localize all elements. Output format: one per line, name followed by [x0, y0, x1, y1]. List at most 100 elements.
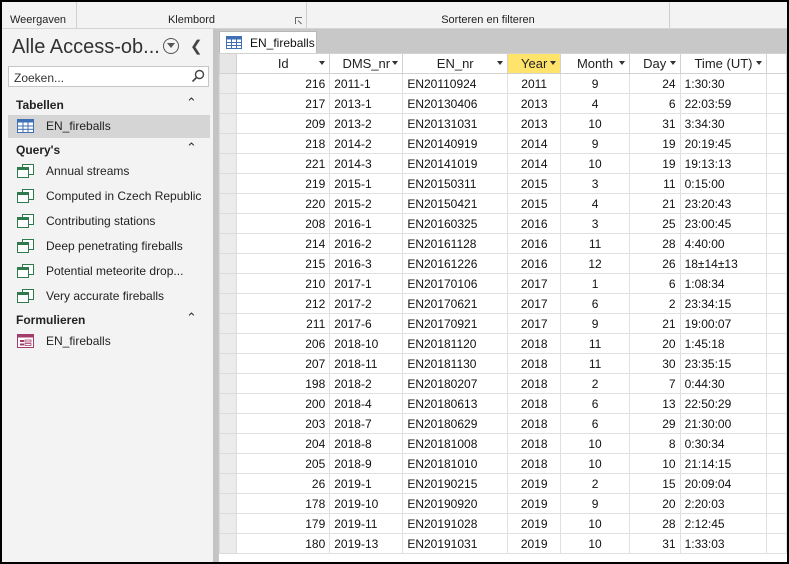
cell-en-nr[interactable]: EN20170921 [402, 313, 509, 334]
chevron-down-icon[interactable] [756, 61, 763, 65]
cell-day[interactable]: 20 [628, 333, 681, 354]
cell-en-nr[interactable]: EN20131031 [402, 113, 509, 134]
chevron-down-icon[interactable] [550, 61, 557, 65]
cell-dms-nr[interactable]: 2013-2 [329, 113, 404, 134]
cell-partial[interactable] [766, 293, 787, 314]
column-header-dms-nr[interactable]: DMS_nr [329, 53, 404, 74]
chevron-left-icon[interactable]: ❮ [190, 37, 203, 55]
cell-id[interactable]: 178 [236, 493, 331, 514]
cell-day[interactable]: 6 [628, 93, 681, 114]
cell-year[interactable]: 2019 [507, 493, 562, 514]
nav-menu-dropdown-icon[interactable] [163, 38, 179, 54]
cell-time-ut[interactable]: 20:19:45 [679, 133, 768, 154]
record-selector[interactable] [219, 153, 238, 174]
cell-en-nr[interactable]: EN20181008 [402, 433, 509, 454]
cell-day[interactable]: 8 [628, 433, 681, 454]
cell-day[interactable]: 10 [628, 453, 681, 474]
table-row[interactable]: 180 2019-13 EN20191031 2019 10 31 1:33:03 [219, 533, 787, 554]
cell-day[interactable]: 30 [628, 353, 681, 374]
cell-dms-nr[interactable]: 2016-2 [329, 233, 404, 254]
column-header-en-nr[interactable]: EN_nr [402, 53, 509, 74]
cell-time-ut[interactable]: 21:14:15 [679, 453, 768, 474]
cell-dms-nr[interactable]: 2014-2 [329, 133, 404, 154]
table-row[interactable]: 198 2018-2 EN20180207 2018 2 7 0:44:30 [219, 373, 787, 394]
table-row[interactable]: 214 2016-2 EN20161128 2016 11 28 4:40:00 [219, 233, 787, 254]
record-selector[interactable] [219, 413, 238, 434]
cell-id[interactable]: 211 [236, 313, 331, 334]
table-row[interactable]: 221 2014-3 EN20141019 2014 10 19 19:13:13 [219, 153, 787, 174]
cell-month[interactable]: 1 [560, 273, 630, 294]
column-header-id[interactable]: Id [236, 53, 331, 74]
chevron-down-icon[interactable] [669, 61, 676, 65]
cell-partial[interactable] [766, 513, 787, 534]
cell-year[interactable]: 2016 [507, 253, 562, 274]
cell-time-ut[interactable]: 1:33:03 [679, 533, 768, 554]
cell-day[interactable]: 7 [628, 373, 681, 394]
record-selector[interactable] [219, 273, 238, 294]
cell-dms-nr[interactable]: 2016-3 [329, 253, 404, 274]
ribbon-group-views[interactable]: Weergaven [2, 2, 77, 28]
cell-day[interactable]: 19 [628, 153, 681, 174]
cell-en-nr[interactable]: EN20190215 [402, 473, 509, 494]
cell-month[interactable]: 2 [560, 373, 630, 394]
cell-year[interactable]: 2017 [507, 273, 562, 294]
cell-dms-nr[interactable]: 2017-6 [329, 313, 404, 334]
record-selector[interactable] [219, 113, 238, 134]
cell-year[interactable]: 2014 [507, 153, 562, 174]
record-selector[interactable] [219, 533, 238, 554]
cell-partial[interactable] [766, 333, 787, 354]
cell-time-ut[interactable]: 19:00:07 [679, 313, 768, 334]
table-row[interactable]: 211 2017-6 EN20170921 2017 9 21 19:00:07 [219, 313, 787, 334]
cell-time-ut[interactable]: 23:00:45 [679, 213, 768, 234]
cell-day[interactable]: 25 [628, 213, 681, 234]
ribbon-group-clipboard[interactable]: Klembord [77, 2, 307, 28]
cell-partial[interactable] [766, 453, 787, 474]
cell-month[interactable]: 9 [560, 313, 630, 334]
cell-id[interactable]: 203 [236, 413, 331, 434]
cell-dms-nr[interactable]: 2019-1 [329, 473, 404, 494]
record-selector[interactable] [219, 473, 238, 494]
cell-id[interactable]: 205 [236, 453, 331, 474]
cell-id[interactable]: 198 [236, 373, 331, 394]
record-selector[interactable] [219, 93, 238, 114]
cell-partial[interactable] [766, 273, 787, 294]
record-selector[interactable] [219, 173, 238, 194]
chevron-down-icon[interactable] [618, 61, 625, 65]
cell-day[interactable]: 31 [628, 113, 681, 134]
cell-month[interactable]: 6 [560, 413, 630, 434]
nav-item-query-computed-in-czech-republic[interactable]: Computed in Czech Republic [8, 185, 210, 208]
cell-day[interactable]: 21 [628, 193, 681, 214]
cell-year[interactable]: 2015 [507, 193, 562, 214]
cell-year[interactable]: 2017 [507, 293, 562, 314]
cell-month[interactable]: 10 [560, 153, 630, 174]
column-header-day[interactable]: Day [628, 53, 681, 74]
cell-day[interactable]: 21 [628, 313, 681, 334]
cell-en-nr[interactable]: EN20181010 [402, 453, 509, 474]
cell-dms-nr[interactable]: 2018-10 [329, 333, 404, 354]
cell-year[interactable]: 2018 [507, 393, 562, 414]
cell-en-nr[interactable]: EN20170621 [402, 293, 509, 314]
cell-en-nr[interactable]: EN20161226 [402, 253, 509, 274]
cell-dms-nr[interactable]: 2018-8 [329, 433, 404, 454]
cell-partial[interactable] [766, 213, 787, 234]
record-selector[interactable] [219, 313, 238, 334]
table-row[interactable]: 218 2014-2 EN20140919 2014 9 19 20:19:45 [219, 133, 787, 154]
cell-time-ut[interactable]: 23:34:15 [679, 293, 768, 314]
cell-month[interactable]: 10 [560, 533, 630, 554]
table-row[interactable]: 215 2016-3 EN20161226 2016 12 26 18±14±13 [219, 253, 787, 274]
cell-month[interactable]: 10 [560, 113, 630, 134]
cell-day[interactable]: 24 [628, 73, 681, 94]
cell-day[interactable]: 29 [628, 413, 681, 434]
record-selector[interactable] [219, 253, 238, 274]
cell-en-nr[interactable]: EN20141019 [402, 153, 509, 174]
cell-partial[interactable] [766, 353, 787, 374]
cell-partial[interactable] [766, 533, 787, 554]
table-row[interactable]: 220 2015-2 EN20150421 2015 4 21 23:20:43 [219, 193, 787, 214]
chevron-up-icon[interactable]: ⌃ [186, 140, 197, 156]
record-selector[interactable] [219, 353, 238, 374]
cell-partial[interactable] [766, 73, 787, 94]
cell-time-ut[interactable]: 1:45:18 [679, 333, 768, 354]
table-row[interactable]: 216 2011-1 EN20110924 2011 9 24 1:30:30 [219, 73, 787, 94]
cell-id[interactable]: 179 [236, 513, 331, 534]
cell-partial[interactable] [766, 473, 787, 494]
